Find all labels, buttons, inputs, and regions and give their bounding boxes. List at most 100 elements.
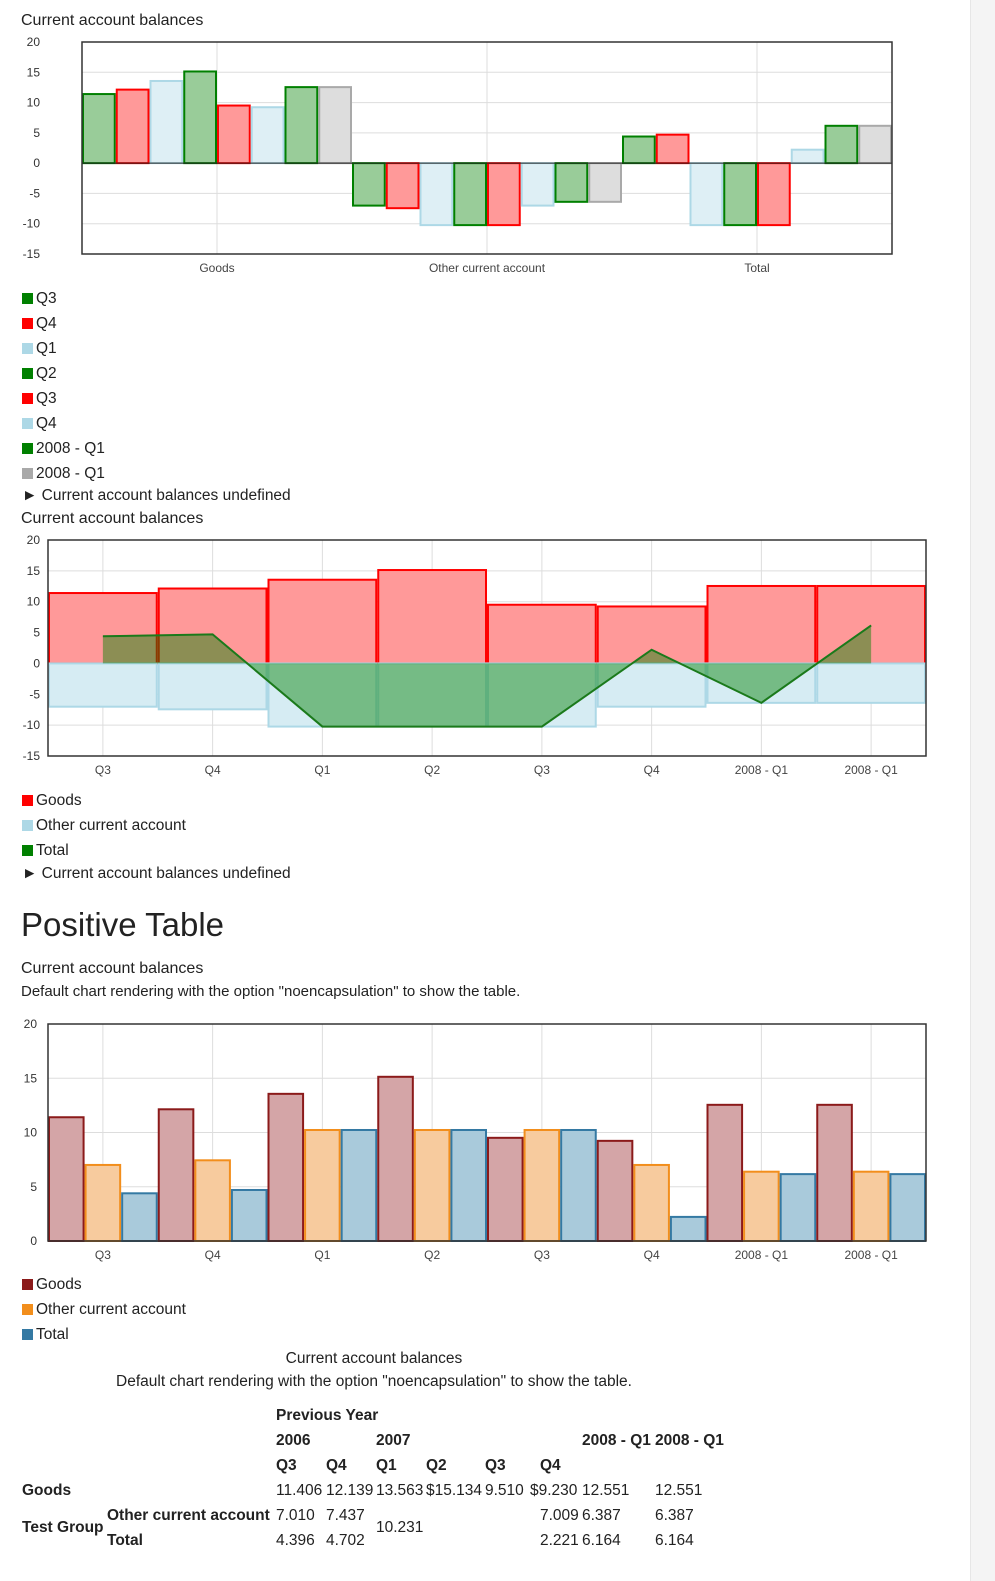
table-row-total-label: Total	[107, 1532, 143, 1549]
y-tick-label: 15	[27, 564, 41, 578]
legend-item[interactable]: Goods	[22, 788, 186, 813]
bar	[419, 162, 454, 227]
bar	[157, 1108, 195, 1242]
legend-item[interactable]: Other current account	[22, 813, 186, 838]
bar	[385, 162, 420, 210]
table-cell: 4.702	[326, 1532, 365, 1549]
legend-swatch	[22, 795, 33, 806]
bar	[304, 1128, 341, 1242]
bar	[487, 603, 597, 665]
legend-swatch	[22, 468, 33, 479]
table-cell: 12.139	[326, 1482, 374, 1499]
chart3-svg: 20 15 10 5 0 Q3 Q4 Q1 Q2 Q3 Q4 2008 - Q1 2008 - Q1	[24, 1017, 927, 1262]
legend-label: Total	[36, 842, 69, 859]
table-header-2008-q1-b: 2008 - Q1	[655, 1432, 724, 1449]
legend-label: Other current account	[36, 1301, 186, 1318]
x-tick-label: Q3	[534, 1248, 550, 1262]
bar	[377, 569, 487, 665]
legend-label: Q1	[36, 340, 57, 357]
legend-item[interactable]: 2008 - Q1	[22, 461, 105, 486]
bar	[588, 162, 622, 203]
legend-item[interactable]: Other current account	[22, 1297, 186, 1322]
bar	[560, 1128, 597, 1242]
bar	[267, 1092, 305, 1243]
bar	[790, 148, 825, 165]
y-tick-label: 0	[30, 1234, 37, 1248]
x-tick-label: Q4	[644, 1248, 660, 1262]
y-tick-label: 0	[33, 156, 40, 170]
chart1-undefined-toggle[interactable]: ► Current account balances undefined	[22, 487, 291, 505]
legend-item[interactable]: Total	[22, 838, 186, 863]
chart1-svg: 20 15 10 5 0 -5 -10 -15 Goods Other current accou…	[23, 35, 893, 275]
bar	[520, 162, 555, 207]
legend-label: Q3	[36, 390, 57, 407]
bar	[267, 578, 378, 665]
legend-item[interactable]: Q3	[22, 386, 105, 411]
legend-item[interactable]: Q3	[22, 286, 105, 311]
table-header-quarter: Q2	[426, 1457, 447, 1474]
y-tick-label: -5	[29, 186, 40, 200]
x-tick-label: 2008 - Q1	[844, 763, 898, 777]
table-header-2007: 2007	[376, 1432, 411, 1449]
bar	[48, 662, 158, 708]
y-tick-label: 10	[27, 96, 41, 110]
x-tick-label: Q2	[424, 763, 440, 777]
y-tick-label: -10	[23, 217, 41, 231]
chart2-legend: Goods Other current account Total	[22, 788, 186, 863]
legend-swatch	[22, 1279, 33, 1290]
bar	[194, 1159, 231, 1242]
table-cell: 7.010	[276, 1507, 315, 1524]
bar	[622, 135, 656, 165]
table-row-other-label: Other current account	[107, 1507, 270, 1524]
table-caption: Current account balances	[285, 1350, 463, 1367]
y-tick-label: 15	[27, 65, 41, 79]
legend-item[interactable]: Q2	[22, 361, 105, 386]
legend-swatch	[22, 293, 33, 304]
chart2-undefined-toggle[interactable]: ► Current account balances undefined	[22, 865, 291, 883]
bar	[816, 1103, 853, 1242]
table-cell: 6.164	[582, 1532, 621, 1549]
legend-item[interactable]: Q4	[22, 411, 105, 436]
y-tick-label: -15	[23, 749, 41, 763]
bar	[655, 133, 690, 165]
bar	[157, 662, 268, 711]
x-tick-label: Q4	[205, 763, 221, 777]
legend-swatch	[22, 418, 33, 429]
legend-item[interactable]: Total	[22, 1322, 186, 1347]
table-cell: 9.510	[485, 1482, 524, 1499]
legend-item[interactable]: Goods	[22, 1272, 186, 1297]
table-row-goods-label: Goods	[22, 1482, 72, 1499]
bar	[889, 1173, 927, 1243]
table-group-label: Test Group	[22, 1519, 104, 1536]
x-tick-label: 2008 - Q1	[844, 1248, 898, 1262]
bar	[284, 86, 319, 165]
bar	[377, 1075, 414, 1243]
legend-item[interactable]: 2008 - Q1	[22, 436, 105, 461]
bar	[858, 124, 892, 165]
y-tick-label: 0	[33, 656, 40, 670]
table-subcaption: Default chart rendering with the option …	[116, 1373, 632, 1390]
bar	[779, 1173, 817, 1243]
bar	[84, 1163, 122, 1242]
table-cell: $9.230	[530, 1482, 578, 1499]
y-tick-label: -5	[29, 687, 40, 701]
table-cell: 4.396	[276, 1532, 315, 1549]
bar	[487, 162, 521, 227]
legend-swatch	[22, 318, 33, 329]
legend-item[interactable]: Q1	[22, 336, 105, 361]
table-cell: 2.221	[540, 1532, 579, 1549]
bar	[596, 1139, 634, 1242]
legend-label: Q4	[36, 315, 57, 332]
bar	[487, 1136, 524, 1242]
x-tick-label: Total	[744, 261, 769, 275]
legend-item[interactable]: Q4	[22, 311, 105, 336]
y-tick-label: 5	[30, 1180, 37, 1194]
bar	[852, 1170, 890, 1242]
legend-label: Goods	[36, 792, 82, 809]
legend-swatch	[22, 343, 33, 354]
chart3-title: Current account balances	[21, 960, 204, 977]
x-tick-label: Goods	[199, 261, 234, 275]
x-tick-label: Q1	[314, 763, 330, 777]
y-tick-label: 10	[27, 595, 41, 609]
bar	[413, 1128, 451, 1242]
